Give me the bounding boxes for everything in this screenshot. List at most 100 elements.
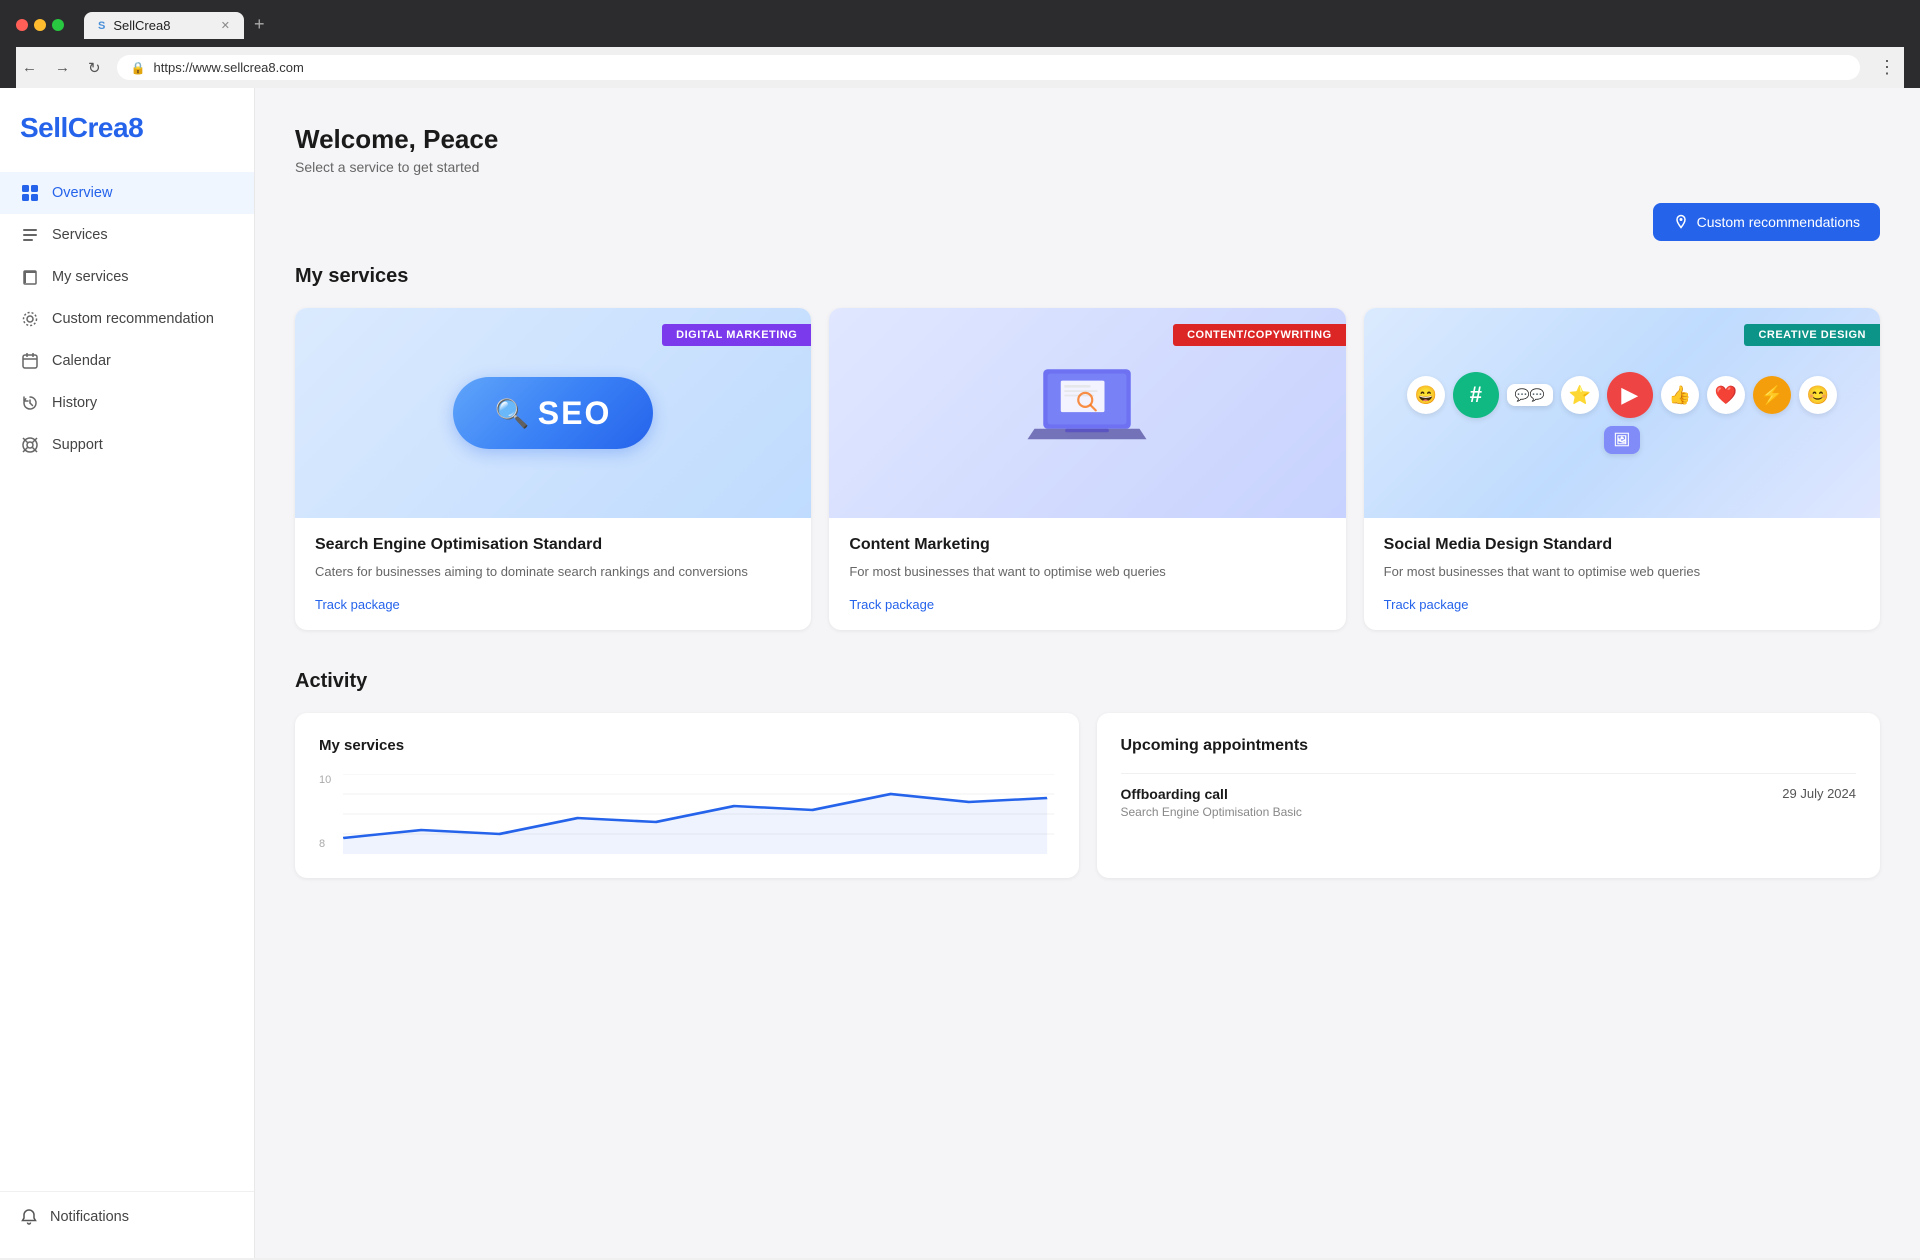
emoji-thumbsup: 👍 [1661, 376, 1699, 414]
chart-y-axis: 10 8 [319, 774, 331, 854]
new-tab-button[interactable]: + [246, 10, 273, 39]
card-desc-creative: For most businesses that want to optimis… [1384, 562, 1860, 582]
card-badge-digital-marketing: DIGITAL MARKETING [662, 324, 811, 346]
logo-text: SellCrea8 [20, 112, 143, 143]
emoji-laugh: 😄 [1407, 376, 1445, 414]
service-card-creative[interactable]: 😄 # 💬💬 ⭐ ▶ 👍 ❤️ ⚡ 😊 🖼 CREATIVE DES [1364, 308, 1880, 630]
sidebar-nav: Overview Services [0, 172, 254, 1183]
chart-container: 10 8 [319, 774, 1055, 854]
notifications-label: Notifications [50, 1209, 129, 1225]
header-actions: Custom recommendations [295, 203, 1880, 241]
my-services-icon [20, 267, 40, 287]
maximize-button[interactable] [52, 19, 64, 31]
appointment-details: Offboarding call Search Engine Optimisat… [1121, 786, 1302, 819]
appointment-name: Offboarding call [1121, 786, 1302, 802]
card-title-creative: Social Media Design Standard [1384, 536, 1860, 554]
active-tab[interactable]: S SellCrea8 ✕ [84, 12, 244, 39]
activity-grid: My services 10 8 [295, 713, 1880, 878]
emoji-hashtag: # [1453, 372, 1499, 418]
titlebar: S SellCrea8 ✕ + [16, 10, 1904, 39]
sidebar-bottom: Notifications [0, 1191, 254, 1242]
chart-y-10: 10 [319, 774, 331, 786]
appointment-date: 29 July 2024 [1782, 786, 1856, 801]
appointment-sub: Search Engine Optimisation Basic [1121, 805, 1302, 819]
card-badge-creative: CREATIVE DESIGN [1744, 324, 1880, 346]
track-package-seo[interactable]: Track package [315, 597, 400, 612]
url-text: https://www.sellcrea8.com [154, 60, 304, 75]
forward-button[interactable]: → [49, 57, 76, 79]
close-button[interactable] [16, 19, 28, 31]
track-package-content[interactable]: Track package [849, 597, 934, 612]
browser-chrome: S SellCrea8 ✕ + ← → ↻ 🔒 https://www.sell… [0, 0, 1920, 88]
sidebar-item-overview[interactable]: Overview [0, 172, 254, 214]
emoji-smile2: 😊 [1799, 376, 1837, 414]
tab-title: SellCrea8 [113, 18, 170, 33]
chart-y-8: 8 [319, 838, 331, 850]
sidebar-item-overview-label: Overview [52, 185, 112, 201]
sidebar-item-custom-rec[interactable]: Custom recommendation [0, 298, 254, 340]
app-container: SellCrea8 Overview [0, 88, 1920, 1258]
chart-svg-area [343, 774, 1054, 854]
browser-menu-button[interactable]: ⋮ [1870, 55, 1904, 80]
card-badge-content: CONTENT/COPYWRITING [1173, 324, 1346, 346]
activity-section-title: Activity [295, 670, 1880, 693]
card-image-creative: 😄 # 💬💬 ⭐ ▶ 👍 ❤️ ⚡ 😊 🖼 CREATIVE DES [1364, 308, 1880, 518]
chart-card-title: My services [319, 737, 1055, 754]
card-image-content: CONTENT/COPYWRITING [829, 308, 1345, 518]
laptop-illustration [1017, 353, 1157, 473]
sidebar-item-services[interactable]: Services [0, 214, 254, 256]
appointment-item: Offboarding call Search Engine Optimisat… [1121, 773, 1857, 831]
addressbar-row: ← → ↻ 🔒 https://www.sellcrea8.com ⋮ [16, 47, 1904, 88]
page-header: Welcome, Peace Select a service to get s… [295, 124, 1880, 175]
back-button[interactable]: ← [16, 57, 43, 79]
sidebar-item-calendar-label: Calendar [52, 353, 111, 369]
activity-section: Activity My services 10 8 [295, 670, 1880, 878]
seo-logo: 🔍 SEO [453, 377, 653, 449]
calendar-icon [20, 351, 40, 371]
notifications-item[interactable]: Notifications [20, 1208, 234, 1226]
my-services-section-title: My services [295, 265, 1880, 288]
sidebar-item-calendar[interactable]: Calendar [0, 340, 254, 382]
card-image-seo: 🔍 SEO DIGITAL MARKETING [295, 308, 811, 518]
sidebar-item-my-services-label: My services [52, 269, 129, 285]
welcome-title: Welcome, Peace [295, 124, 1880, 155]
sidebar-logo: SellCrea8 [0, 112, 254, 172]
card-body-content: Content Marketing For most businesses th… [829, 518, 1345, 630]
services-grid: 🔍 SEO DIGITAL MARKETING Search Engine Op… [295, 308, 1880, 630]
location-pin-icon [1673, 214, 1689, 230]
sidebar-item-history[interactable]: History [0, 382, 254, 424]
my-services-chart-card: My services 10 8 [295, 713, 1079, 878]
sidebar: SellCrea8 Overview [0, 88, 255, 1258]
sidebar-item-services-label: Services [52, 227, 108, 243]
upcoming-title: Upcoming appointments [1121, 737, 1857, 755]
lock-icon: 🔒 [131, 61, 146, 75]
service-card-seo[interactable]: 🔍 SEO DIGITAL MARKETING Search Engine Op… [295, 308, 811, 630]
card-body-seo: Search Engine Optimisation Standard Cate… [295, 518, 811, 630]
emoji-heart: ❤️ [1707, 376, 1745, 414]
custom-rec-icon [20, 309, 40, 329]
address-bar[interactable]: 🔒 https://www.sellcrea8.com [117, 55, 1860, 80]
track-package-creative[interactable]: Track package [1384, 597, 1469, 612]
custom-recommendations-button[interactable]: Custom recommendations [1653, 203, 1880, 241]
browser-nav-buttons: ← → ↻ [16, 57, 107, 79]
card-desc-content: For most businesses that want to optimis… [849, 562, 1325, 582]
line-chart [343, 774, 1054, 854]
bell-icon [20, 1208, 38, 1226]
main-content: Welcome, Peace Select a service to get s… [255, 88, 1920, 1258]
speech-bubble: 💬💬 [1507, 384, 1553, 406]
service-card-content[interactable]: CONTENT/COPYWRITING Content Marketing Fo… [829, 308, 1345, 630]
tab-favicon: S [98, 20, 105, 32]
card-body-creative: Social Media Design Standard For most bu… [1364, 518, 1880, 630]
sidebar-item-my-services[interactable]: My services [0, 256, 254, 298]
history-icon [20, 393, 40, 413]
emoji-lightning: ⚡ [1753, 376, 1791, 414]
minimize-button[interactable] [34, 19, 46, 31]
support-icon [20, 435, 40, 455]
sidebar-item-history-label: History [52, 395, 97, 411]
card-desc-seo: Caters for businesses aiming to dominate… [315, 562, 791, 582]
upcoming-appointments-card: Upcoming appointments Offboarding call S… [1097, 713, 1881, 878]
card-title-content: Content Marketing [849, 536, 1325, 554]
reload-button[interactable]: ↻ [82, 57, 107, 79]
sidebar-item-support[interactable]: Support [0, 424, 254, 466]
tab-close-icon[interactable]: ✕ [221, 19, 230, 32]
